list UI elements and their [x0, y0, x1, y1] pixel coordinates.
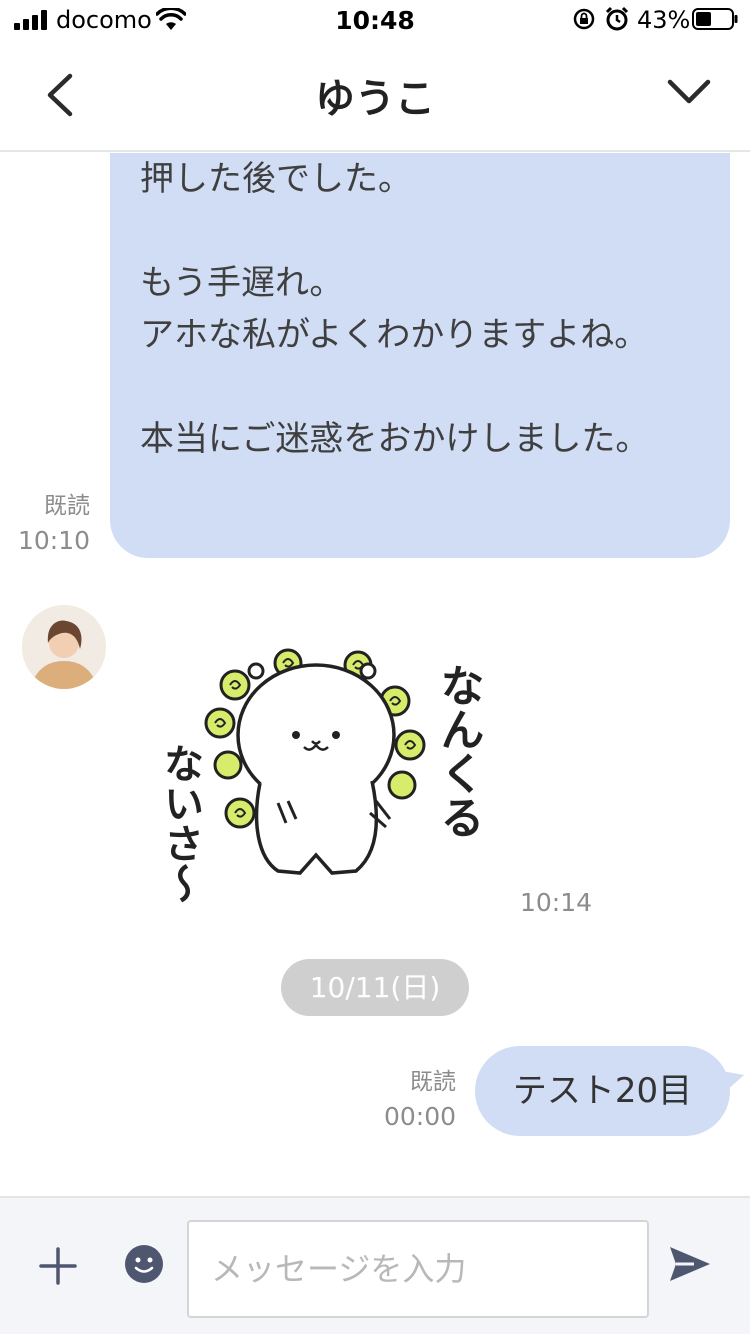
message-time: 00:00	[383, 1102, 456, 1131]
sticker-text-left: ないさ～	[157, 743, 203, 903]
alarm-icon	[605, 6, 629, 31]
plus-icon[interactable]	[38, 1246, 78, 1286]
emoji-icon[interactable]	[124, 1244, 164, 1284]
read-receipt: 既読	[44, 493, 90, 519]
chat-title: ゆうこ	[315, 76, 435, 122]
message-input[interactable]	[187, 1220, 649, 1318]
avatar-photo	[22, 605, 106, 689]
message-time: 10:10	[17, 526, 90, 555]
sent-message-bubble[interactable]: テスト20目	[475, 1046, 730, 1136]
battery-icon	[692, 8, 738, 30]
sticker-text-right: なんくる	[433, 663, 484, 839]
date-separator: 10/11(日)	[281, 959, 469, 1016]
avatar[interactable]	[22, 605, 106, 689]
bubble-tail	[722, 1071, 744, 1091]
message-list[interactable]: 押した後でした。 もう手遅れ。 アホな私がよくわかりますよね。 本当にご迷惑をお…	[0, 153, 750, 1196]
message-meta: 既読 00:00	[370, 1065, 456, 1135]
rotation-lock-icon	[573, 8, 595, 30]
send-icon[interactable]	[668, 1244, 712, 1284]
sent-message-bubble[interactable]: 押した後でした。 もう手遅れ。 アホな私がよくわかりますよね。 本当にご迷惑をお…	[110, 153, 730, 558]
status-bar: docomo 10:48 43%	[0, 0, 750, 40]
read-receipt: 既読	[410, 1069, 456, 1095]
chat-header: ゆうこ	[0, 40, 750, 152]
message-time: 10:14	[520, 888, 593, 917]
chevron-down-icon[interactable]	[662, 70, 716, 116]
message-input-bar	[0, 1196, 750, 1334]
sticker-image[interactable]: なんくる ないさ～	[140, 623, 500, 903]
message-meta: 既読 10:10	[10, 489, 90, 559]
battery-percent: 43%	[637, 6, 691, 34]
